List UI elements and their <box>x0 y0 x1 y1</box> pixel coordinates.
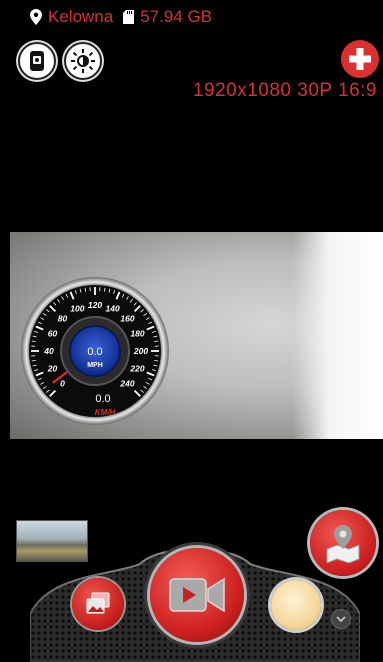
tick-label: 240 <box>119 379 134 389</box>
camera-preview[interactable]: 0 20 40 60 80 100 120 140 160 180 200 220 240 0.0 MP… <box>10 232 383 439</box>
odometer-value: 0.0 <box>95 393 110 405</box>
tick-label: 220 <box>129 364 144 374</box>
photo-capture-button[interactable] <box>271 580 321 630</box>
screen-toggle-button[interactable] <box>18 42 56 80</box>
tick-label: 200 <box>133 346 148 356</box>
tick-label: 120 <box>88 300 102 310</box>
location-text: Kelowna <box>48 7 114 26</box>
tick-label: 40 <box>43 346 54 356</box>
tick-label: 180 <box>130 328 144 338</box>
expand-button[interactable] <box>331 609 351 629</box>
speedometer: 020 40 6080100 120 140160 180 200 220 240 0.0 MP… <box>21 277 169 425</box>
brightness-button[interactable] <box>64 42 102 80</box>
add-button[interactable] <box>341 40 379 78</box>
map-pin-icon <box>30 9 42 25</box>
storage-text: 57.94 GB <box>140 7 213 26</box>
record-button[interactable] <box>150 548 244 642</box>
speed-value: 0.0 <box>87 346 102 358</box>
gallery-button[interactable] <box>72 578 124 630</box>
brightness-icon <box>71 49 95 73</box>
tick-label: 140 <box>106 304 120 314</box>
speed-unit: MPH <box>87 362 103 369</box>
preview-highlight <box>293 232 383 439</box>
sd-card-icon <box>123 10 135 24</box>
tick-label: 80 <box>58 313 68 323</box>
resolution-label: 1920x1080 30P 16:9 <box>192 80 377 101</box>
status-bar: Kelowna 57.94 GB <box>30 6 222 28</box>
scale-unit-label: KM/H <box>95 408 116 417</box>
tick-label: 160 <box>120 313 134 323</box>
phone-screen-icon <box>30 51 44 71</box>
chevron-down-icon <box>336 616 346 623</box>
video-camera-icon <box>169 577 225 613</box>
storage-indicator: 57.94 GB <box>123 7 212 27</box>
location-indicator: Kelowna <box>30 7 113 27</box>
tick-label: 60 <box>48 328 58 338</box>
tick-label: 20 <box>47 364 58 374</box>
tick-label: 0 <box>60 379 65 389</box>
plus-icon <box>349 48 371 70</box>
tick-label: 100 <box>70 304 84 314</box>
gallery-icon <box>86 592 110 614</box>
